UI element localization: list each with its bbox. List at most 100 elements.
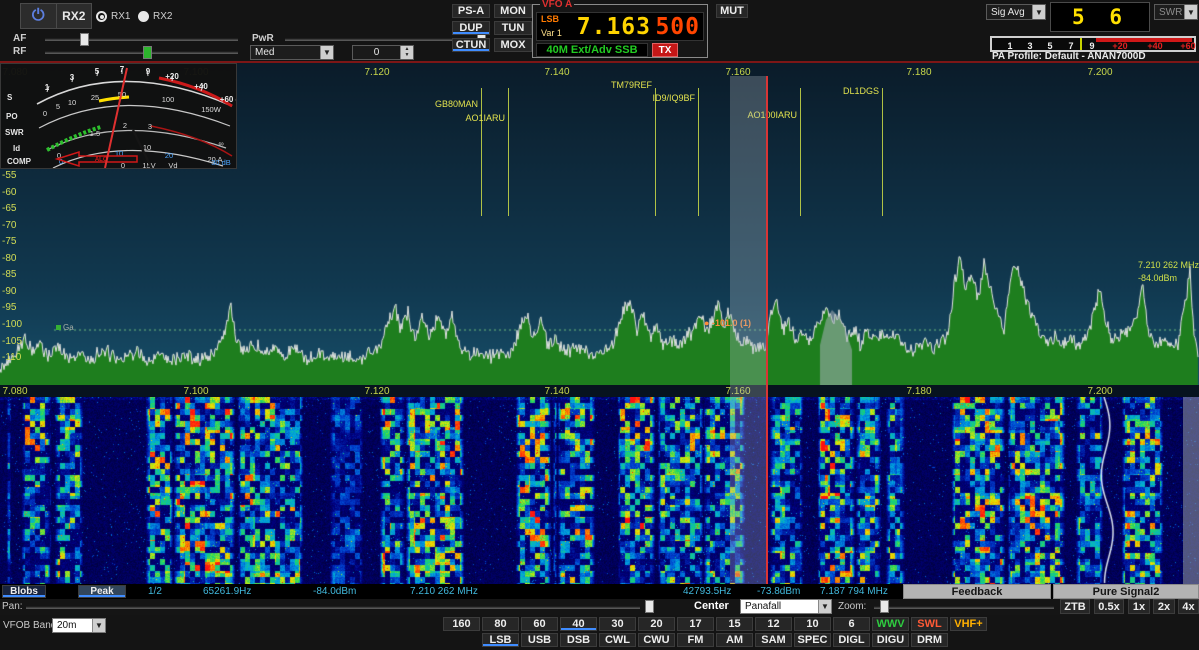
mode-button-digu[interactable]: DIGU (872, 633, 909, 647)
band-button-60[interactable]: 60 (521, 617, 558, 631)
waterfall[interactable] (0, 397, 1199, 584)
band-button-vhf+[interactable]: VHF+ (950, 617, 987, 631)
vfo-a-display[interactable]: LSB Var 1 7.163 500 (536, 12, 704, 41)
rf-slider-track[interactable] (45, 51, 238, 54)
dx-spot-line[interactable] (508, 88, 509, 216)
zoom-button-1x[interactable]: 1x (1128, 599, 1150, 614)
tx-meter-combo[interactable]: SWR ▼ (1154, 4, 1198, 20)
dx-spot-label[interactable]: TM79REF (611, 80, 652, 90)
tx-button-mon[interactable]: MON (494, 4, 532, 18)
rx2-radio[interactable] (138, 11, 149, 22)
meter-scale-label: +40 (194, 82, 208, 91)
pure-signal2-panel[interactable]: Pure Signal2 (1053, 584, 1199, 599)
waterfall-canvas[interactable] (0, 397, 1199, 584)
chevron-down-icon[interactable]: ▼ (320, 46, 333, 59)
smeter-tick-label: 5 (1047, 41, 1052, 51)
tx-indicator-button[interactable]: TX (652, 43, 678, 57)
mode-button-cwu[interactable]: CWU (638, 633, 675, 647)
meter-scale-label: 150W (201, 105, 222, 114)
dx-spot-line[interactable] (655, 88, 656, 216)
vfo-cursor-line[interactable] (766, 76, 768, 584)
chevron-down-icon[interactable]: ▼ (818, 600, 831, 613)
peak-toggle-button[interactable]: Peak (78, 585, 126, 598)
pan-slider-track[interactable] (26, 606, 640, 609)
tx-button-tun[interactable]: TUN (494, 21, 532, 35)
agc-marker-icon (56, 325, 61, 330)
dx-spot-line[interactable] (800, 88, 801, 216)
dx-spot-line[interactable] (698, 88, 699, 216)
filter-passband-overlay[interactable] (730, 76, 767, 584)
band-button-swl[interactable]: SWL (911, 617, 948, 631)
blobs-toggle-button[interactable]: Blobs (2, 585, 46, 598)
zoom-slider-track[interactable] (874, 606, 1054, 609)
band-button-15[interactable]: 15 (716, 617, 753, 631)
mode-button-sam[interactable]: SAM (755, 633, 792, 647)
pan-slider-thumb[interactable] (645, 600, 654, 613)
mode-button-drm[interactable]: DRM (911, 633, 948, 647)
band-button-20[interactable]: 20 (638, 617, 675, 631)
band-button-10[interactable]: 10 (794, 617, 831, 631)
frequency-scale-strip[interactable]: 7.0807.1007.1207.1407.1607.1807.200 (0, 385, 1199, 397)
zoom-button-0.5x[interactable]: 0.5x (1094, 599, 1124, 614)
band-button-40[interactable]: 40 (560, 617, 597, 631)
band-stack-display[interactable]: 40M Ext/Adv SSB (536, 43, 648, 57)
power-button[interactable]: ⏻ (21, 4, 57, 28)
mode-button-usb[interactable]: USB (521, 633, 558, 647)
meter-scale-label: 30 dB (211, 158, 231, 167)
tx-button-dup[interactable]: DUP (452, 21, 490, 35)
smeter-tick-label: 3 (1027, 41, 1032, 51)
band-button-80[interactable]: 80 (482, 617, 519, 631)
vfob-band-combo[interactable]: 20m ▼ (52, 618, 106, 633)
dx-spot-label[interactable]: GB80MAN (435, 99, 478, 109)
agc-gain-marker[interactable]: Ga (56, 323, 74, 332)
mode-button-spec[interactable]: SPEC (794, 633, 831, 647)
feedback-panel[interactable]: Feedback (903, 584, 1051, 599)
rx1-radio[interactable] (96, 11, 107, 22)
af-slider-thumb[interactable] (80, 33, 89, 46)
status-readout: 65261.9Hz (203, 586, 251, 597)
stepper-arrows[interactable]: ▲▼ (400, 46, 413, 59)
zoom-button-2x[interactable]: 2x (1153, 599, 1175, 614)
vfo-mode-flag: LSB (541, 14, 559, 24)
tx-button-ps-a[interactable]: PS-A (452, 4, 490, 18)
rf-slider-thumb[interactable] (143, 46, 152, 59)
tx-button-ctun[interactable]: CTUN (452, 38, 490, 52)
zoom-button-ztb[interactable]: ZTB (1060, 599, 1090, 614)
zoom-button-4x[interactable]: 4x (1178, 599, 1199, 614)
arrow-down-icon[interactable]: ▼ (401, 53, 413, 60)
band-button-12[interactable]: 12 (755, 617, 792, 631)
band-button-6[interactable]: 6 (833, 617, 870, 631)
chevron-down-icon[interactable]: ▼ (1184, 5, 1197, 19)
mode-button-fm[interactable]: FM (677, 633, 714, 647)
band-button-30[interactable]: 30 (599, 617, 636, 631)
band-button-160[interactable]: 160 (443, 617, 480, 631)
mute-button[interactable]: MUT (716, 4, 748, 18)
mode-button-cwl[interactable]: CWL (599, 633, 636, 647)
vfo-variant-flag: Var 1 (541, 28, 562, 38)
af-slider-track[interactable] (45, 38, 238, 41)
center-button[interactable]: Center (694, 600, 729, 612)
agc-combo[interactable]: Med ▼ (250, 45, 334, 60)
dx-spot-label[interactable]: AO1IARU (465, 113, 505, 123)
display-mode-combo[interactable]: Panafall ▼ (740, 599, 832, 614)
meter-scale-label: +20 (165, 72, 179, 81)
rx2-toggle-button[interactable]: RX2 (57, 4, 92, 28)
mode-button-am[interactable]: AM (716, 633, 753, 647)
zoom-slider-thumb[interactable] (880, 600, 889, 613)
tx-button-mox[interactable]: MOX (494, 38, 532, 52)
meter-scale-label: 9 (146, 67, 151, 76)
chevron-down-icon[interactable]: ▼ (92, 619, 105, 632)
band-button-wwv[interactable]: WWV (872, 617, 909, 631)
mode-button-digl[interactable]: DIGL (833, 633, 870, 647)
dx-spot-line[interactable] (882, 88, 883, 216)
chevron-down-icon[interactable]: ▼ (1032, 5, 1045, 19)
dx-spot-line[interactable] (481, 88, 482, 216)
mode-button-dsb[interactable]: DSB (560, 633, 597, 647)
mode-button-lsb[interactable]: LSB (482, 633, 519, 647)
dx-spot-label[interactable]: ID9/IQ9BF (652, 93, 695, 103)
band-button-17[interactable]: 17 (677, 617, 714, 631)
meter-scale-label: 100 (162, 95, 175, 104)
meter-mode-combo[interactable]: Sig Avg ▼ (986, 4, 1046, 20)
dx-spot-label[interactable]: DL1DGS (843, 86, 879, 96)
attenuation-stepper[interactable]: 0 ▲▼ (352, 45, 414, 60)
